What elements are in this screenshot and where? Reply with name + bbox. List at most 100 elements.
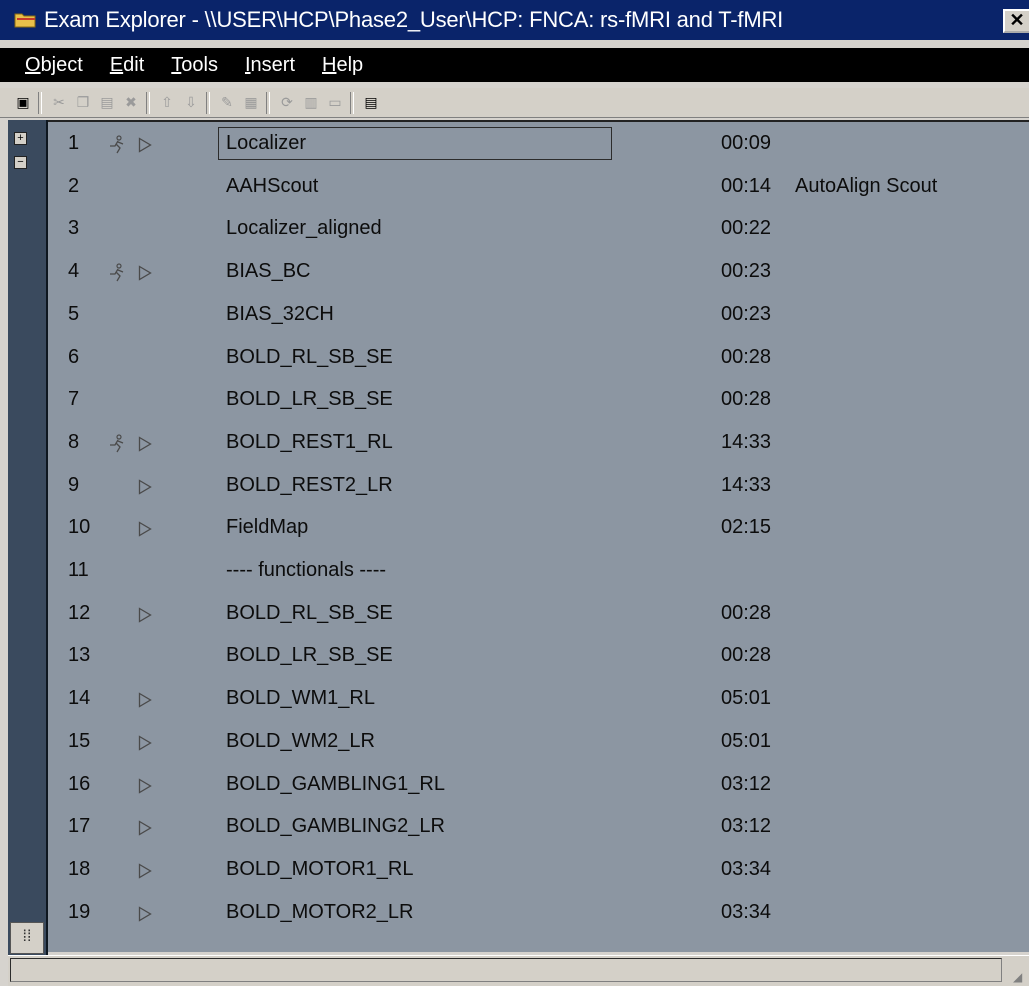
play-icon[interactable] — [138, 520, 152, 537]
protocol-name[interactable]: BIAS_BC — [226, 260, 310, 283]
play-icon[interactable] — [138, 862, 152, 879]
collapse-icon[interactable]: − — [14, 156, 27, 169]
toolbar-separator — [350, 91, 354, 114]
status-panel — [10, 958, 1002, 982]
protocol-duration: 14:33 — [721, 430, 772, 453]
menu-tools[interactable]: Tools — [171, 54, 218, 77]
play-icon[interactable] — [138, 777, 152, 794]
edit-icon[interactable]: ✎ — [216, 93, 238, 113]
protocol-duration: 00:28 — [721, 388, 772, 411]
protocol-duration: 00:23 — [721, 302, 772, 325]
protocol-row[interactable]: 17 BOLD_GAMBLING2_LR 03:12 — [48, 805, 1029, 847]
protocol-row[interactable]: 9 BOLD_REST2_LR 14:33 — [48, 464, 1029, 506]
protocol-duration: 03:12 — [721, 772, 772, 795]
protocol-number: 8 — [68, 430, 80, 453]
play-icon[interactable] — [138, 264, 152, 281]
protocol-row[interactable]: 19 BOLD_MOTOR2_LR 03:34 — [48, 891, 1029, 933]
delete-icon[interactable]: ✖ — [120, 93, 142, 113]
menu-object[interactable]: Object — [25, 54, 83, 77]
close-button[interactable]: ✕ — [1003, 9, 1029, 33]
splitter-handle-icon[interactable]: ⁞⁞ — [10, 922, 44, 954]
cut-icon[interactable]: ✂ — [48, 93, 70, 113]
play-icon[interactable] — [138, 819, 152, 836]
protocol-name[interactable]: BOLD_GAMBLING1_RL — [226, 773, 445, 796]
protocol-row[interactable]: 11 ---- functionals ---- — [48, 549, 1029, 591]
menu-label-rest: dit — [123, 53, 145, 76]
save-icon[interactable]: ▥ — [300, 93, 322, 113]
play-icon[interactable] — [138, 136, 152, 153]
protocol-number: 14 — [68, 687, 91, 710]
protocol-icons — [106, 733, 166, 753]
play-icon[interactable] — [138, 905, 152, 922]
play-icon[interactable] — [138, 691, 152, 708]
protocol-name[interactable]: BOLD_RL_SB_SE — [226, 346, 393, 369]
protocol-row[interactable]: 2 AAHScout 00:14 AutoAlign Scout — [48, 165, 1029, 207]
play-icon[interactable] — [138, 606, 152, 623]
resize-grip-icon[interactable]: ◢ — [1013, 970, 1027, 984]
menu-label-rest: bject — [40, 53, 83, 76]
protocol-row[interactable]: 16 BOLD_GAMBLING1_RL 03:12 — [48, 763, 1029, 805]
play-icon[interactable] — [138, 478, 152, 495]
rename-icon[interactable]: ⟳ — [276, 93, 298, 113]
protocol-name[interactable]: BOLD_REST1_RL — [226, 431, 393, 454]
protocol-name[interactable]: BOLD_MOTOR2_LR — [226, 901, 413, 924]
protocol-name[interactable]: BOLD_LR_SB_SE — [226, 644, 393, 667]
protocol-icons — [106, 690, 166, 710]
protocol-number: 7 — [68, 388, 80, 411]
protocol-row[interactable]: 12 BOLD_RL_SB_SE 00:28 — [48, 592, 1029, 634]
protocol-duration: 03:12 — [721, 815, 772, 838]
window-title: Exam Explorer - \\USER\HCP\Phase2_User\H… — [44, 7, 784, 32]
move-up-icon[interactable]: ⇧ — [156, 93, 178, 113]
protocol-name[interactable]: AAHScout — [226, 175, 318, 198]
protocol-name[interactable]: BOLD_LR_SB_SE — [226, 388, 393, 411]
expand-icon[interactable]: + — [14, 132, 27, 145]
protocol-row[interactable]: 18 BOLD_MOTOR1_RL 03:34 — [48, 848, 1029, 890]
paste-icon[interactable]: ▤ — [96, 93, 118, 113]
copy-icon[interactable]: ❐ — [72, 93, 94, 113]
protocol-icons — [106, 562, 166, 582]
save-as-icon[interactable]: ▭ — [324, 93, 346, 113]
menu-edit[interactable]: Edit — [110, 54, 144, 77]
protocol-name[interactable]: BOLD_WM2_LR — [226, 730, 375, 753]
protocol-row[interactable]: 5 BIAS_32CH 00:23 — [48, 293, 1029, 335]
open-program-icon[interactable]: ▣ — [12, 93, 34, 113]
tree-strip: + − ⁞⁞ — [8, 120, 48, 956]
protocol-name[interactable]: Localizer_aligned — [226, 217, 382, 240]
menu-label-rest: elp — [336, 53, 364, 76]
protocol-name[interactable]: BOLD_REST2_LR — [226, 474, 393, 497]
protocol-row[interactable]: 6 BOLD_RL_SB_SE 00:28 — [48, 336, 1029, 378]
protocol-name[interactable]: BIAS_32CH — [226, 303, 334, 326]
protocol-name[interactable]: BOLD_RL_SB_SE — [226, 602, 393, 625]
menu-help[interactable]: Help — [322, 54, 363, 77]
properties-icon[interactable]: ▦ — [240, 93, 262, 113]
protocol-icons — [106, 434, 166, 454]
menu-insert[interactable]: Insert — [245, 54, 295, 77]
protocol-icons — [106, 391, 166, 411]
details-icon[interactable]: ▤ — [360, 93, 382, 113]
protocol-row[interactable]: 4 BIAS_BC 00:23 — [48, 250, 1029, 292]
protocol-row[interactable]: 8 BOLD_REST1_RL 14:33 — [48, 421, 1029, 463]
protocol-row[interactable]: 15 BOLD_WM2_LR 05:01 — [48, 720, 1029, 762]
protocol-number: 18 — [68, 857, 91, 880]
protocol-number: 9 — [68, 473, 80, 496]
protocol-name[interactable]: BOLD_GAMBLING2_LR — [226, 815, 445, 838]
protocol-name[interactable]: BOLD_MOTOR1_RL — [226, 858, 413, 881]
protocol-row[interactable]: 13 BOLD_LR_SB_SE 00:28 — [48, 634, 1029, 676]
protocol-row[interactable]: 14 BOLD_WM1_RL 05:01 — [48, 677, 1029, 719]
protocol-icons — [106, 220, 166, 240]
play-icon[interactable] — [138, 734, 152, 751]
play-icon[interactable] — [138, 435, 152, 452]
protocol-row[interactable]: 3 Localizer_aligned 00:22 — [48, 207, 1029, 249]
running-person-icon — [106, 434, 128, 459]
move-down-icon[interactable]: ⇩ — [180, 93, 202, 113]
protocol-icons — [106, 135, 166, 155]
protocol-row[interactable]: 7 BOLD_LR_SB_SE 00:28 — [48, 378, 1029, 420]
protocol-duration: 03:34 — [721, 857, 772, 880]
protocol-name[interactable]: ---- functionals ---- — [226, 559, 386, 582]
protocol-name[interactable]: FieldMap — [226, 516, 308, 539]
protocol-name[interactable]: Localizer — [226, 132, 306, 155]
protocol-row[interactable]: 1 Localizer 00:09 — [48, 122, 1029, 164]
protocol-name[interactable]: BOLD_WM1_RL — [226, 687, 375, 710]
protocol-icons — [106, 818, 166, 838]
protocol-row[interactable]: 10 FieldMap 02:15 — [48, 506, 1029, 548]
